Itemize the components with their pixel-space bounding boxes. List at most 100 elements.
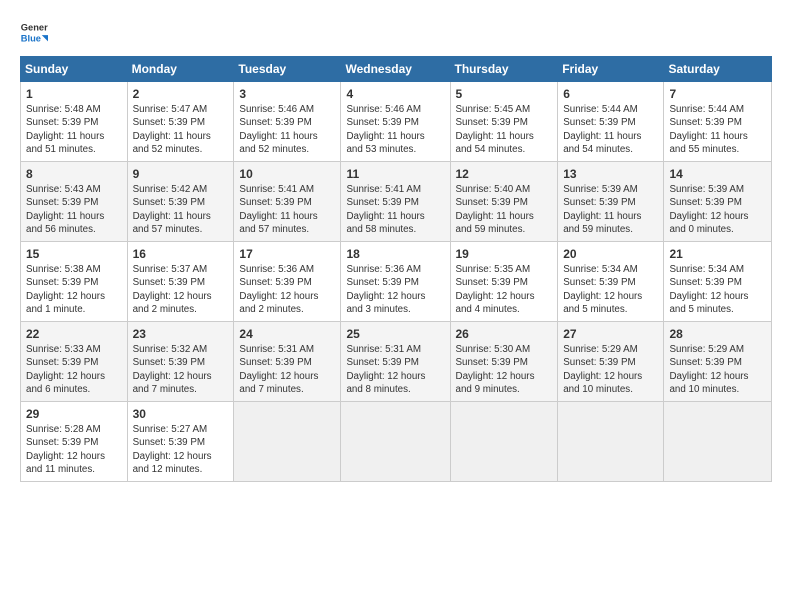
day-number: 14 <box>669 166 766 182</box>
calendar-cell: 4Sunrise: 5:46 AM Sunset: 5:39 PM Daylig… <box>341 82 450 162</box>
calendar-cell: 3Sunrise: 5:46 AM Sunset: 5:39 PM Daylig… <box>234 82 341 162</box>
day-number: 19 <box>456 246 553 262</box>
calendar-cell: 10Sunrise: 5:41 AM Sunset: 5:39 PM Dayli… <box>234 162 341 242</box>
day-number: 13 <box>563 166 658 182</box>
day-info: Sunrise: 5:34 AM Sunset: 5:39 PM Dayligh… <box>563 263 658 316</box>
calendar-cell <box>341 402 450 482</box>
calendar-week-5: 29Sunrise: 5:28 AM Sunset: 5:39 PM Dayli… <box>21 402 772 482</box>
day-info: Sunrise: 5:46 AM Sunset: 5:39 PM Dayligh… <box>346 103 444 156</box>
weekday-header-friday: Friday <box>558 57 664 82</box>
calendar-cell: 2Sunrise: 5:47 AM Sunset: 5:39 PM Daylig… <box>127 82 234 162</box>
calendar-cell <box>558 402 664 482</box>
calendar-cell: 6Sunrise: 5:44 AM Sunset: 5:39 PM Daylig… <box>558 82 664 162</box>
day-number: 7 <box>669 86 766 102</box>
calendar-cell: 7Sunrise: 5:44 AM Sunset: 5:39 PM Daylig… <box>664 82 772 162</box>
day-info: Sunrise: 5:41 AM Sunset: 5:39 PM Dayligh… <box>346 183 444 236</box>
day-number: 9 <box>133 166 229 182</box>
calendar-cell: 8Sunrise: 5:43 AM Sunset: 5:39 PM Daylig… <box>21 162 128 242</box>
svg-text:General: General <box>21 22 48 32</box>
day-info: Sunrise: 5:48 AM Sunset: 5:39 PM Dayligh… <box>26 103 122 156</box>
calendar-cell: 17Sunrise: 5:36 AM Sunset: 5:39 PM Dayli… <box>234 242 341 322</box>
day-number: 24 <box>239 326 335 342</box>
day-info: Sunrise: 5:38 AM Sunset: 5:39 PM Dayligh… <box>26 263 122 316</box>
day-number: 12 <box>456 166 553 182</box>
day-info: Sunrise: 5:40 AM Sunset: 5:39 PM Dayligh… <box>456 183 553 236</box>
day-info: Sunrise: 5:35 AM Sunset: 5:39 PM Dayligh… <box>456 263 553 316</box>
calendar-cell: 29Sunrise: 5:28 AM Sunset: 5:39 PM Dayli… <box>21 402 128 482</box>
day-number: 5 <box>456 86 553 102</box>
day-info: Sunrise: 5:37 AM Sunset: 5:39 PM Dayligh… <box>133 263 229 316</box>
calendar-cell: 15Sunrise: 5:38 AM Sunset: 5:39 PM Dayli… <box>21 242 128 322</box>
day-number: 2 <box>133 86 229 102</box>
day-info: Sunrise: 5:44 AM Sunset: 5:39 PM Dayligh… <box>563 103 658 156</box>
day-number: 27 <box>563 326 658 342</box>
calendar-body: 1Sunrise: 5:48 AM Sunset: 5:39 PM Daylig… <box>21 82 772 482</box>
weekday-header-wednesday: Wednesday <box>341 57 450 82</box>
day-info: Sunrise: 5:29 AM Sunset: 5:39 PM Dayligh… <box>563 343 658 396</box>
day-info: Sunrise: 5:46 AM Sunset: 5:39 PM Dayligh… <box>239 103 335 156</box>
day-info: Sunrise: 5:36 AM Sunset: 5:39 PM Dayligh… <box>239 263 335 316</box>
calendar-cell: 26Sunrise: 5:30 AM Sunset: 5:39 PM Dayli… <box>450 322 558 402</box>
day-number: 25 <box>346 326 444 342</box>
day-info: Sunrise: 5:47 AM Sunset: 5:39 PM Dayligh… <box>133 103 229 156</box>
calendar-cell: 16Sunrise: 5:37 AM Sunset: 5:39 PM Dayli… <box>127 242 234 322</box>
day-info: Sunrise: 5:31 AM Sunset: 5:39 PM Dayligh… <box>239 343 335 396</box>
day-info: Sunrise: 5:36 AM Sunset: 5:39 PM Dayligh… <box>346 263 444 316</box>
calendar-week-3: 15Sunrise: 5:38 AM Sunset: 5:39 PM Dayli… <box>21 242 772 322</box>
day-info: Sunrise: 5:29 AM Sunset: 5:39 PM Dayligh… <box>669 343 766 396</box>
day-number: 21 <box>669 246 766 262</box>
calendar-cell: 28Sunrise: 5:29 AM Sunset: 5:39 PM Dayli… <box>664 322 772 402</box>
day-info: Sunrise: 5:31 AM Sunset: 5:39 PM Dayligh… <box>346 343 444 396</box>
day-info: Sunrise: 5:28 AM Sunset: 5:39 PM Dayligh… <box>26 423 122 476</box>
day-info: Sunrise: 5:45 AM Sunset: 5:39 PM Dayligh… <box>456 103 553 156</box>
logo: GeneralBlue <box>20 18 48 46</box>
calendar-week-1: 1Sunrise: 5:48 AM Sunset: 5:39 PM Daylig… <box>21 82 772 162</box>
calendar-week-4: 22Sunrise: 5:33 AM Sunset: 5:39 PM Dayli… <box>21 322 772 402</box>
weekday-header-monday: Monday <box>127 57 234 82</box>
day-number: 18 <box>346 246 444 262</box>
calendar-cell: 23Sunrise: 5:32 AM Sunset: 5:39 PM Dayli… <box>127 322 234 402</box>
calendar-cell: 19Sunrise: 5:35 AM Sunset: 5:39 PM Dayli… <box>450 242 558 322</box>
day-info: Sunrise: 5:33 AM Sunset: 5:39 PM Dayligh… <box>26 343 122 396</box>
day-number: 29 <box>26 406 122 422</box>
day-number: 10 <box>239 166 335 182</box>
day-number: 15 <box>26 246 122 262</box>
weekday-header-thursday: Thursday <box>450 57 558 82</box>
day-info: Sunrise: 5:32 AM Sunset: 5:39 PM Dayligh… <box>133 343 229 396</box>
calendar-cell: 25Sunrise: 5:31 AM Sunset: 5:39 PM Dayli… <box>341 322 450 402</box>
calendar-header-row: SundayMondayTuesdayWednesdayThursdayFrid… <box>21 57 772 82</box>
calendar-cell: 13Sunrise: 5:39 AM Sunset: 5:39 PM Dayli… <box>558 162 664 242</box>
day-number: 30 <box>133 406 229 422</box>
calendar-cell <box>234 402 341 482</box>
day-number: 3 <box>239 86 335 102</box>
weekday-header-sunday: Sunday <box>21 57 128 82</box>
calendar-cell: 9Sunrise: 5:42 AM Sunset: 5:39 PM Daylig… <box>127 162 234 242</box>
weekday-header-saturday: Saturday <box>664 57 772 82</box>
calendar-cell: 11Sunrise: 5:41 AM Sunset: 5:39 PM Dayli… <box>341 162 450 242</box>
day-number: 22 <box>26 326 122 342</box>
calendar-cell: 14Sunrise: 5:39 AM Sunset: 5:39 PM Dayli… <box>664 162 772 242</box>
calendar-cell: 1Sunrise: 5:48 AM Sunset: 5:39 PM Daylig… <box>21 82 128 162</box>
day-info: Sunrise: 5:39 AM Sunset: 5:39 PM Dayligh… <box>669 183 766 236</box>
calendar-cell: 12Sunrise: 5:40 AM Sunset: 5:39 PM Dayli… <box>450 162 558 242</box>
day-number: 28 <box>669 326 766 342</box>
day-number: 26 <box>456 326 553 342</box>
calendar-cell: 22Sunrise: 5:33 AM Sunset: 5:39 PM Dayli… <box>21 322 128 402</box>
weekday-header-tuesday: Tuesday <box>234 57 341 82</box>
calendar-cell: 20Sunrise: 5:34 AM Sunset: 5:39 PM Dayli… <box>558 242 664 322</box>
day-number: 16 <box>133 246 229 262</box>
day-info: Sunrise: 5:44 AM Sunset: 5:39 PM Dayligh… <box>669 103 766 156</box>
day-number: 20 <box>563 246 658 262</box>
day-info: Sunrise: 5:39 AM Sunset: 5:39 PM Dayligh… <box>563 183 658 236</box>
calendar-cell <box>664 402 772 482</box>
day-info: Sunrise: 5:34 AM Sunset: 5:39 PM Dayligh… <box>669 263 766 316</box>
day-number: 17 <box>239 246 335 262</box>
day-number: 6 <box>563 86 658 102</box>
calendar-cell: 30Sunrise: 5:27 AM Sunset: 5:39 PM Dayli… <box>127 402 234 482</box>
day-info: Sunrise: 5:27 AM Sunset: 5:39 PM Dayligh… <box>133 423 229 476</box>
calendar-cell: 5Sunrise: 5:45 AM Sunset: 5:39 PM Daylig… <box>450 82 558 162</box>
header: GeneralBlue <box>20 18 772 46</box>
calendar-week-2: 8Sunrise: 5:43 AM Sunset: 5:39 PM Daylig… <box>21 162 772 242</box>
day-number: 23 <box>133 326 229 342</box>
calendar-cell <box>450 402 558 482</box>
